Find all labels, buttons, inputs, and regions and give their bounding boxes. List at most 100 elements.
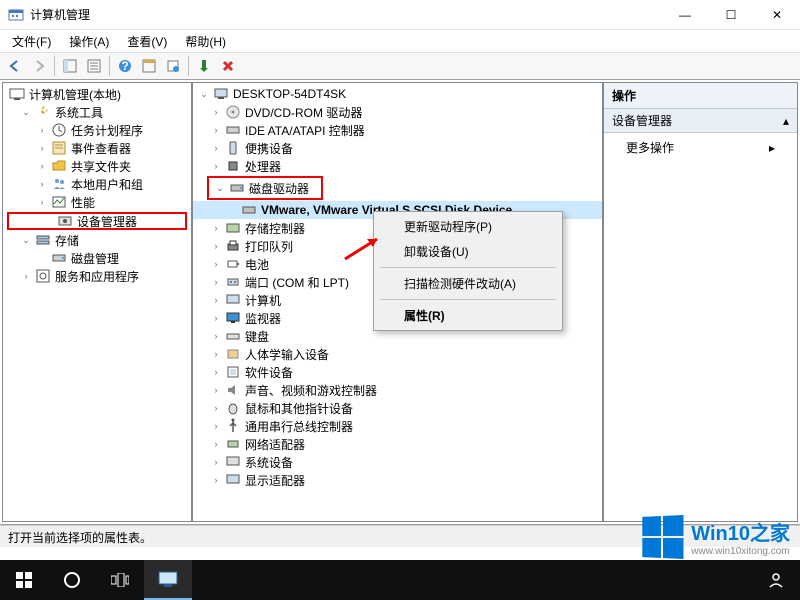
expander-closed-icon[interactable]: › [209,437,223,451]
monitor-icon [225,310,241,326]
expander-closed-icon[interactable]: › [209,455,223,469]
expander-closed-icon[interactable]: › [209,257,223,271]
expander-closed-icon[interactable]: › [209,329,223,343]
expander-closed-icon[interactable]: › [35,123,49,137]
device-computer[interactable]: ⌄ DESKTOP-54DT4SK [193,85,602,103]
wrench-icon [35,104,51,120]
enable-button[interactable] [193,55,215,77]
expander-closed-icon[interactable]: › [209,311,223,325]
close-button[interactable]: ✕ [754,0,800,30]
actions-panel: 操作 设备管理器 ▴ 更多操作 ▸ [603,82,798,522]
expander-closed-icon[interactable]: › [209,141,223,155]
show-hide-tree-button[interactable] [59,55,81,77]
ide-icon [225,122,241,138]
expander-open-icon[interactable]: ⌄ [213,181,227,195]
device-display[interactable]: ›显示适配器 [193,471,602,489]
disk-icon [51,250,67,266]
refresh-button[interactable] [162,55,184,77]
tree-services-apps[interactable]: › 服务和应用程序 [3,267,191,285]
expander-closed-icon[interactable]: › [19,269,33,283]
ctx-separator [380,299,556,300]
minimize-button[interactable]: — [662,0,708,30]
menu-action[interactable]: 操作(A) [61,31,117,52]
ctx-scan-hw[interactable]: 扫描检测硬件改动(A) [376,271,560,296]
taskbar-app-compmgmt[interactable] [144,560,192,600]
tree-disk-management[interactable]: 磁盘管理 [3,249,191,267]
expander-closed-icon[interactable]: › [209,105,223,119]
actions-more[interactable]: 更多操作 ▸ [604,133,797,162]
back-button[interactable] [4,55,26,77]
expander-closed-icon[interactable]: › [209,473,223,487]
expander-closed-icon[interactable]: › [209,275,223,289]
expander-closed-icon[interactable]: › [35,141,49,155]
watermark: Win10之家 www.win10xitong.com [641,516,790,558]
device-software[interactable]: ›软件设备 [193,363,602,381]
device-ide[interactable]: ›IDE ATA/ATAPI 控制器 [193,121,602,139]
ctx-properties[interactable]: 属性(R) [376,303,560,328]
expander-closed-icon[interactable]: › [35,177,49,191]
device-hid[interactable]: ›人体学输入设备 [193,345,602,363]
status-text: 打开当前选择项的属性表。 [8,531,152,545]
expander-closed-icon[interactable]: › [209,383,223,397]
menu-view[interactable]: 查看(V) [119,31,175,52]
tree-task-scheduler[interactable]: › 任务计划程序 [3,121,191,139]
menu-file[interactable]: 文件(F) [4,31,59,52]
tree-event-viewer[interactable]: › 事件查看器 [3,139,191,157]
device-system[interactable]: ›系统设备 [193,453,602,471]
device-usb[interactable]: ›通用串行总线控制器 [193,417,602,435]
forward-button[interactable] [28,55,50,77]
tree-performance[interactable]: › 性能 [3,193,191,211]
expander-closed-icon[interactable]: › [209,365,223,379]
tree-shared-folders[interactable]: › 共享文件夹 [3,157,191,175]
expander-closed-icon[interactable]: › [209,419,223,433]
disk-icon [241,202,257,218]
task-view-button[interactable] [96,560,144,600]
keyboard-icon [225,328,241,344]
device-mouse[interactable]: ›鼠标和其他指针设备 [193,399,602,417]
tree-system-tools[interactable]: ⌄ 系统工具 [3,103,191,121]
computer-mgmt-icon [9,86,25,102]
device-network[interactable]: ›网络适配器 [193,435,602,453]
expander-closed-icon[interactable]: › [209,347,223,361]
expander-closed-icon[interactable]: › [209,293,223,307]
view-button[interactable] [138,55,160,77]
expander-closed-icon[interactable]: › [35,159,49,173]
disable-button[interactable] [217,55,239,77]
device-disk-drive[interactable]: ⌄磁盘驱动器 [209,179,311,197]
expander-closed-icon[interactable]: › [209,123,223,137]
help-button[interactable]: ? [114,55,136,77]
center-tree-panel[interactable]: ⌄ DESKTOP-54DT4SK ›DVD/CD-ROM 驱动器 ›IDE A… [192,82,603,522]
services-icon [35,268,51,284]
cortana-button[interactable] [48,560,96,600]
tray-people-icon[interactable] [752,560,800,600]
menu-help[interactable]: 帮助(H) [177,31,234,52]
tree-storage[interactable]: ⌄ 存储 [3,231,191,249]
tree-root[interactable]: 计算机管理(本地) [3,85,191,103]
device-dvd[interactable]: ›DVD/CD-ROM 驱动器 [193,103,602,121]
expander-closed-icon[interactable]: › [209,401,223,415]
usb-icon [225,418,241,434]
printer-icon [225,238,241,254]
tree-local-users[interactable]: › 本地用户和组 [3,175,191,193]
expander-closed-icon[interactable]: › [209,159,223,173]
menubar: 文件(F) 操作(A) 查看(V) 帮助(H) [0,30,800,52]
maximize-button[interactable]: ☐ [708,0,754,30]
left-tree-panel[interactable]: 计算机管理(本地) ⌄ 系统工具 › 任务计划程序 › 事件查看器 › 共享文件… [2,82,192,522]
ctx-uninstall[interactable]: 卸载设备(U) [376,239,560,264]
properties-button[interactable] [83,55,105,77]
device-sound[interactable]: ›声音、视频和游戏控制器 [193,381,602,399]
titlebar: 计算机管理 — ☐ ✕ [0,0,800,30]
expander-closed-icon[interactable]: › [209,239,223,253]
start-button[interactable] [0,560,48,600]
expander-closed-icon[interactable]: › [35,195,49,209]
expander-open-icon[interactable]: ⌄ [19,233,33,247]
expander-open-icon[interactable]: ⌄ [197,87,211,101]
toolbar: ? [0,52,800,80]
device-portable[interactable]: ›便携设备 [193,139,602,157]
expander-open-icon[interactable]: ⌄ [19,105,33,119]
ctx-update-driver[interactable]: 更新驱动程序(P) [376,214,560,239]
device-processor[interactable]: ›处理器 [193,157,602,175]
actions-device-manager[interactable]: 设备管理器 ▴ [604,109,797,133]
expander-closed-icon[interactable]: › [209,221,223,235]
tree-device-manager[interactable]: 设备管理器 [7,212,187,230]
